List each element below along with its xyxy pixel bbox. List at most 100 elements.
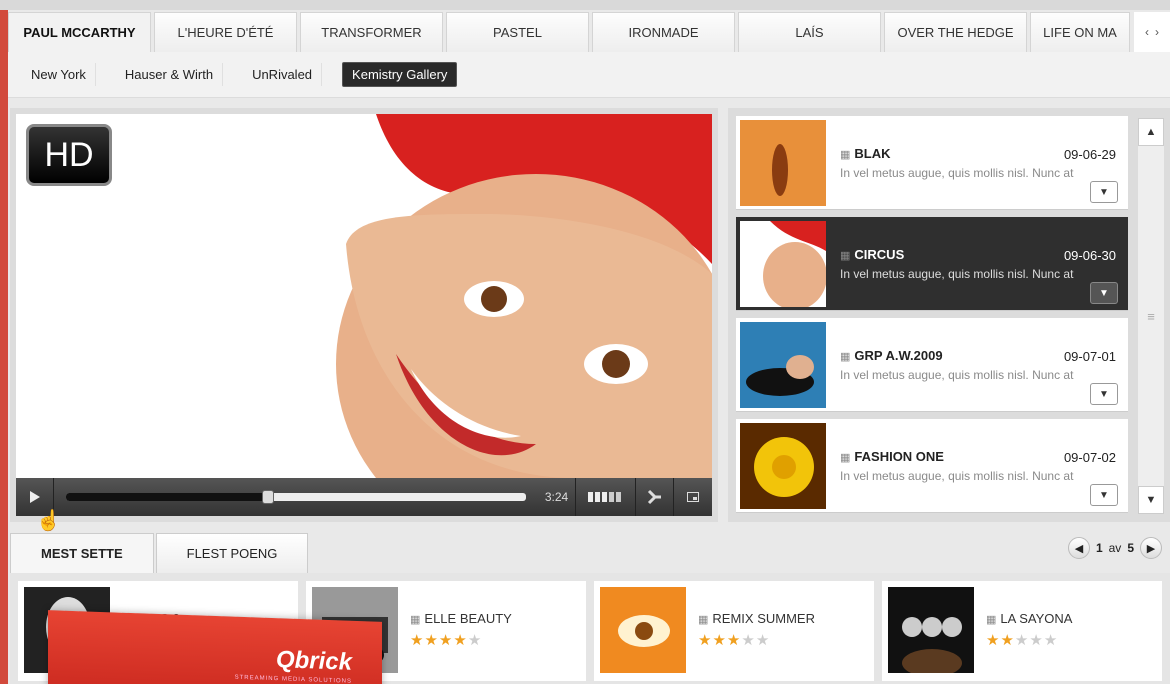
playlist-item[interactable]: ▦ BLAK 09-06-29 In vel metus augue, quis … [736,116,1128,210]
video-player: HD 3:24 [10,108,718,522]
star-rating: ★★★★★ [410,631,482,649]
tab-ironmade[interactable]: IRONMADE [592,12,735,52]
tab-transformer[interactable]: TRANSFORMER [300,12,443,52]
tab-pastel[interactable]: PASTEL [446,12,589,52]
play-icon [29,491,40,503]
star-icon: ★ [438,632,454,649]
thumbnail-image [740,221,826,307]
tab-life-on-ma[interactable]: LIFE ON MA [1030,12,1130,52]
playlist-item[interactable]: ▦ GRP A.W.2009 09-07-01 In vel metus augu… [736,318,1128,412]
playlist-item-date: 09-07-01 [1063,349,1116,364]
fullscreen-icon [687,492,699,502]
scroll-down-button[interactable]: ▼ [1138,486,1164,514]
tab-lheure-dete[interactable]: L'HEURE D'ÉTÉ [154,12,297,52]
chevron-right-icon[interactable]: › [1155,25,1159,39]
film-icon: ▦ [840,250,851,262]
playlist-item-desc: In vel metus augue, quis mollis nisl. Nu… [840,267,1074,281]
subnav-kemistry-gallery[interactable]: Kemistry Gallery [342,62,458,87]
fullscreen-button[interactable] [674,478,712,516]
top-strip [0,0,1170,10]
prev-page-button[interactable]: ◀ [1067,537,1090,559]
progress-handle[interactable] [262,490,275,504]
star-icon: ★ [1029,632,1044,649]
star-icon: ★ [1000,632,1015,649]
chevron-down-icon: ▼ [1099,287,1109,299]
scroll-track[interactable]: ≡ [1138,146,1164,486]
thumbnail-image [600,587,686,673]
logo-text: Qbrick [275,646,352,676]
video-card-title: ▦ LA SAYONA [986,611,1073,626]
expand-button[interactable]: ▼ [1090,484,1118,506]
bottom-tabs: MEST SETTE FLEST POENG [10,533,310,573]
chevron-down-icon: ▼ [1099,489,1109,501]
volume-icon [587,492,621,502]
playlist-item-desc: In vel metus augue, quis mollis nisl. Nu… [840,469,1074,483]
share-button[interactable] [636,478,674,516]
tab-over-the-hedge[interactable]: OVER THE HEDGE [884,12,1027,52]
tab-mest-sette[interactable]: MEST SETTE [10,533,154,573]
hand-cursor-icon: ☝ [36,510,61,532]
video-card-title: ▦ ELLE BEAUTY [410,611,512,626]
progress-bar[interactable] [66,490,526,504]
tab-flest-poeng[interactable]: FLEST POENG [155,533,309,573]
next-page-button[interactable]: ▶ [1140,537,1162,559]
page-current: 1 [1095,541,1103,555]
tab-paul-mccarthy[interactable]: PAUL MCCARTHY [8,12,151,52]
star-icon: ★ [410,632,425,649]
chevron-up-icon: ▲ [1145,126,1157,138]
film-icon: ▦ [840,351,851,363]
playlist-panel: ▦ BLAK 09-06-29 In vel metus augue, quis … [728,108,1170,522]
playlist-item-date: 09-06-30 [1063,248,1116,263]
tab-lais[interactable]: LAÍS [738,12,881,52]
sub-navigation: New York Hauser & Wirth UnRivaled Kemist… [8,52,1170,98]
playlist-item-title: ▦ GRP A.W.2009 [840,348,943,363]
subnav-new-york[interactable]: New York [22,63,96,86]
video-screen[interactable]: HD [16,114,712,478]
video-card[interactable]: ▦ LA SAYONA ★★★★★ [882,581,1162,681]
film-icon: ▦ [410,614,421,626]
video-card-title: ▦ REMIX SUMMER [698,611,815,626]
playlist-item-active[interactable]: ▦ CIRCUS 09-06-30 In vel metus augue, qui… [736,217,1128,311]
tab-scroll-arrows: ‹ › [1134,12,1170,52]
film-icon: ▦ [698,614,709,626]
star-icon: ★ [424,632,439,649]
star-icon: ★ [986,632,1001,649]
star-rating: ★★★★★ [698,631,770,649]
volume-control[interactable] [576,478,636,516]
scroll-up-button[interactable]: ▲ [1138,118,1164,146]
expand-button[interactable]: ▼ [1090,383,1118,405]
playlist-item-date: 09-07-02 [1063,450,1116,465]
playlist-item-title: ▦ BLAK [840,146,891,161]
grip-icon: ≡ [1147,308,1155,324]
playlist-item[interactable]: ▦ FASHION ONE 09-07-02 In vel metus augue… [736,419,1128,513]
chevron-right-icon: ▶ [1146,542,1156,555]
subnav-hauser-wirth[interactable]: Hauser & Wirth [116,63,224,86]
star-icon: ★ [453,632,468,649]
playlist-item-date: 09-06-29 [1063,147,1116,162]
playlist-item-desc: In vel metus augue, quis mollis nisl. Nu… [840,166,1074,180]
chevron-left-icon[interactable]: ‹ [1145,25,1149,39]
thumbnail-image [740,120,826,206]
star-icon: ★ [712,632,727,649]
top-tabs: PAUL MCCARTHY L'HEURE D'ÉTÉ TRANSFORMER … [8,12,1170,52]
playlist-item-title: ▦ FASHION ONE [840,449,944,464]
star-icon: ★ [755,632,771,649]
chevron-left-icon: ◀ [1074,542,1084,555]
star-icon: ★ [467,632,483,649]
time-display: 3:24 [538,478,576,516]
subnav-unrivaled[interactable]: UnRivaled [243,63,323,86]
playlist-scrollbar[interactable]: ▲ ≡ ▼ [1138,118,1164,514]
hd-badge: HD [26,124,112,186]
video-frame-image [16,114,712,478]
page-separator: av [1108,541,1122,555]
star-icon: ★ [1014,632,1030,649]
film-icon: ▦ [986,614,997,626]
page-total: 5 [1127,541,1134,555]
qbrick-logo-banner: Qbrick STREAMING MEDIA SOLUTIONS [48,610,382,684]
expand-button[interactable]: ▼ [1090,282,1118,304]
share-icon [647,489,661,505]
thumbnail-image [740,322,826,408]
expand-button[interactable]: ▼ [1090,181,1118,203]
film-icon: ▦ [840,149,851,161]
video-card[interactable]: ▦ REMIX SUMMER ★★★★★ [594,581,874,681]
